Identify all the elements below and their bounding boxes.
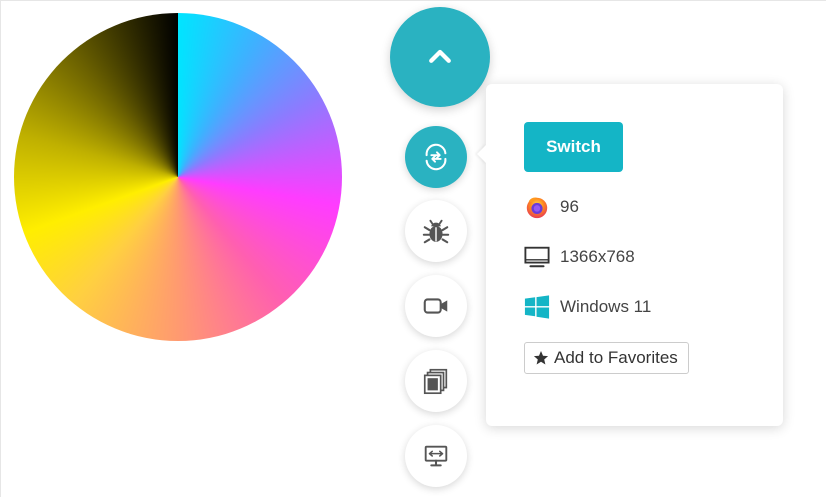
browser-version-text: 96 [560, 197, 579, 216]
fab-toggle-button[interactable] [390, 7, 490, 107]
screenshots-button[interactable] [405, 350, 467, 412]
firefox-icon [523, 193, 551, 221]
bug-report-button[interactable] [405, 200, 467, 262]
windows-icon [523, 293, 551, 321]
browser-version-row: 96 [523, 193, 579, 221]
os-row: Windows 11 [523, 293, 651, 321]
monitor-icon [523, 243, 551, 271]
os-text: Windows 11 [560, 297, 652, 316]
gallery-icon [423, 368, 448, 395]
switch-session-button[interactable] [405, 126, 467, 188]
add-to-favorites-button[interactable]: Add to Favorites [524, 342, 689, 374]
video-camera-icon [423, 298, 448, 314]
popover-arrow [477, 144, 487, 164]
record-video-button[interactable] [405, 275, 467, 337]
resolution-text: 1366x768 [560, 247, 635, 266]
top-border [0, 0, 826, 1]
monitor-resize-icon [424, 445, 448, 467]
switch-button[interactable]: Switch [524, 122, 623, 172]
switch-arrows-icon [425, 143, 447, 171]
color-wheel-image [14, 13, 342, 341]
bug-icon [422, 219, 450, 244]
chevron-up-icon [429, 49, 451, 63]
page: Switch 96 1366x768 Windows 11 Add to Fav… [0, 0, 826, 497]
resolution-button[interactable] [405, 425, 467, 487]
left-border [0, 0, 1, 497]
add-to-favorites-label: Add to Favorites [554, 348, 678, 367]
session-info-popover: Switch 96 1366x768 Windows 11 Add to Fav… [477, 84, 783, 426]
resolution-row: 1366x768 [523, 243, 635, 271]
star-icon [533, 351, 549, 365]
